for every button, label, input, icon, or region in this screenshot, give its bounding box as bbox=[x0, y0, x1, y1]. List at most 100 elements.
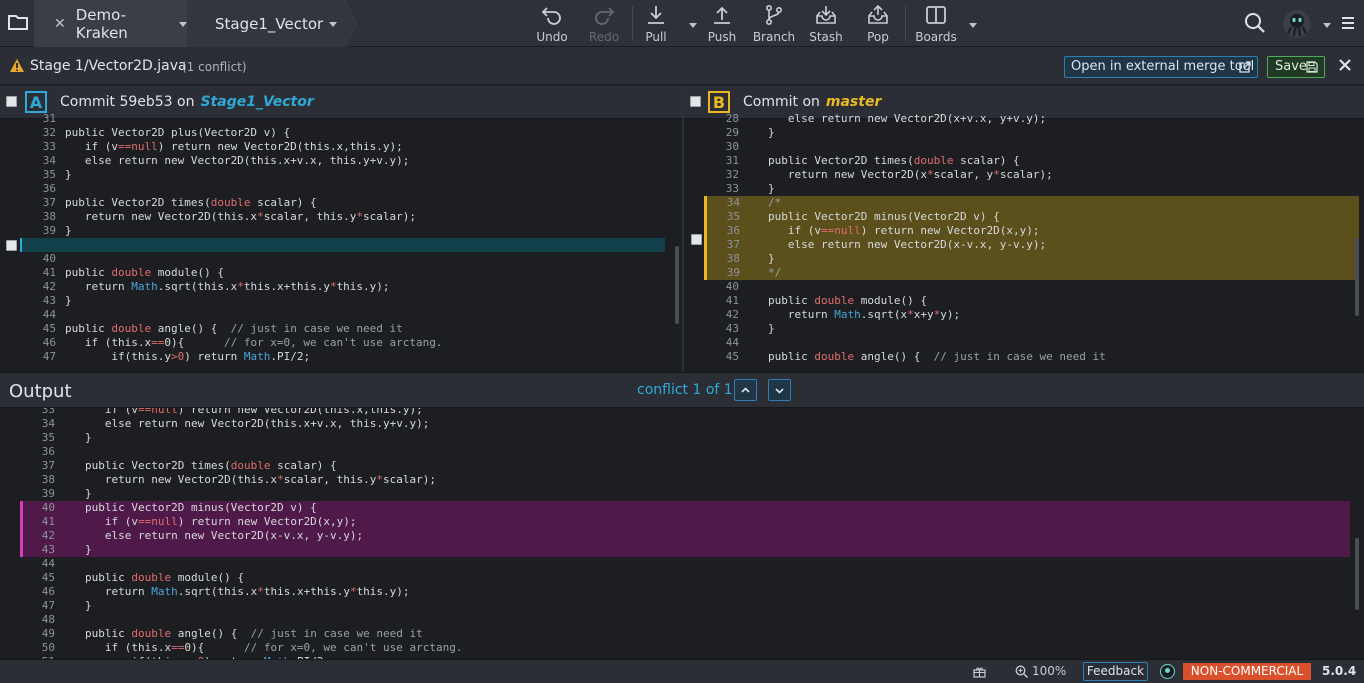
code-line[interactable]: 36 bbox=[0, 182, 682, 196]
select-all-b-checkbox[interactable] bbox=[690, 96, 701, 107]
undo-button[interactable]: Undo bbox=[527, 2, 577, 44]
boards-dropdown-icon[interactable] bbox=[969, 23, 977, 28]
code-line[interactable]: 37 public Vector2D times(double scalar) { bbox=[0, 196, 682, 210]
stash-icon bbox=[816, 6, 836, 24]
conflict-line[interactable]: 39 */ bbox=[704, 266, 1359, 280]
code-line[interactable]: 44 bbox=[684, 336, 1364, 350]
conflict-line[interactable] bbox=[20, 238, 665, 252]
pane-b-code[interactable]: 28 else return new Vector2D(x+v.x, y+v.y… bbox=[684, 112, 1364, 365]
zoom-icon[interactable] bbox=[1015, 665, 1028, 678]
code-line[interactable]: 28 else return new Vector2D(x+v.x, y+v.y… bbox=[684, 112, 1364, 126]
toolbar-divider bbox=[905, 6, 906, 41]
save-button[interactable]: Save bbox=[1267, 56, 1325, 78]
hunk-b-checkbox[interactable] bbox=[691, 234, 702, 245]
code-line[interactable]: 29} bbox=[684, 126, 1364, 140]
code-line[interactable]: 35} bbox=[0, 168, 682, 182]
conflict-line[interactable]: 40 public Vector2D minus(Vector2D v) { bbox=[20, 501, 1350, 515]
search-icon[interactable] bbox=[1244, 12, 1266, 34]
output-scrollbar[interactable] bbox=[1355, 538, 1359, 610]
select-all-a-checkbox[interactable] bbox=[6, 96, 17, 107]
code-line[interactable]: 32 return new Vector2D(x*scalar, y*scala… bbox=[684, 168, 1364, 182]
pane-a-scrollbar[interactable] bbox=[675, 246, 679, 324]
code-line[interactable]: 49 public double angle() { // just in cas… bbox=[0, 627, 1364, 641]
line-number: 32 bbox=[725, 168, 739, 181]
push-button[interactable]: Push bbox=[697, 2, 747, 44]
output-code[interactable]: 33 if (v==null) return new Vector2D(this… bbox=[0, 408, 1364, 659]
boards-button[interactable]: Boards bbox=[911, 2, 961, 44]
next-conflict-button[interactable] bbox=[768, 379, 791, 401]
pane-b-scrollbar[interactable] bbox=[1355, 238, 1359, 316]
conflict-line[interactable]: 41 if (v==null) return new Vector2D(x,y)… bbox=[20, 515, 1350, 529]
previous-conflict-button[interactable] bbox=[734, 379, 757, 401]
code-line[interactable]: 46 if (this.x==0){ // for x=0, we can't … bbox=[0, 336, 682, 350]
code-line[interactable]: 42 return Math.sqrt(this.x*this.x+this.y… bbox=[0, 280, 682, 294]
zoom-level[interactable]: 100% bbox=[1032, 664, 1066, 678]
code-line[interactable]: 41 public double module() { bbox=[0, 266, 682, 280]
folder-icon[interactable] bbox=[7, 12, 29, 32]
code-line[interactable]: 50 if (this.x==0){ // for x=0, we can't … bbox=[0, 641, 1364, 655]
license-badge[interactable]: NON-COMMERCIAL bbox=[1183, 663, 1311, 680]
code-line[interactable]: 30 bbox=[684, 140, 1364, 154]
branch-tab[interactable]: Stage1_Vector bbox=[187, 0, 347, 47]
conflict-line[interactable]: 38} bbox=[704, 252, 1359, 266]
code-line[interactable]: 40 bbox=[0, 252, 682, 266]
output-lines[interactable]: 33 if (v==null) return new Vector2D(this… bbox=[0, 408, 1364, 659]
code-line[interactable]: 38 return new Vector2D(this.x*scalar, th… bbox=[0, 210, 682, 224]
close-repo-icon[interactable]: ✕ bbox=[54, 16, 66, 32]
code-line[interactable]: 45 public double angle() { // just in cas… bbox=[684, 350, 1364, 364]
feedback-button[interactable]: Feedback bbox=[1083, 662, 1148, 681]
line-number: 44 bbox=[41, 557, 55, 570]
code-line[interactable]: 48 else return -Math.PI/2; bbox=[0, 364, 682, 365]
code-line[interactable]: 48 bbox=[0, 613, 1364, 627]
code-line[interactable]: 33 if (v==null) return new Vector2D(this… bbox=[0, 408, 1364, 417]
code-line[interactable]: 34 else return new Vector2D(this.x+v.x, … bbox=[0, 154, 682, 168]
conflict-line[interactable]: 34 /* bbox=[704, 196, 1359, 210]
account-dropdown-icon[interactable] bbox=[1323, 23, 1331, 28]
code-line[interactable]: 31 public Vector2D times(double scalar) { bbox=[684, 154, 1364, 168]
code-line[interactable]: 41 public double module() { bbox=[684, 294, 1364, 308]
external-merge-tool-button[interactable]: Open in external merge tool bbox=[1064, 56, 1258, 78]
chevron-down-icon bbox=[179, 22, 187, 27]
code-line[interactable]: 35} bbox=[0, 431, 1364, 445]
gift-icon[interactable] bbox=[973, 666, 986, 678]
hunk-a-checkbox[interactable] bbox=[6, 240, 17, 251]
code-line[interactable]: 33} bbox=[684, 182, 1364, 196]
conflict-line[interactable]: 43} bbox=[20, 543, 1350, 557]
code-line[interactable]: 43} bbox=[684, 322, 1364, 336]
pop-button[interactable]: Pop bbox=[853, 2, 903, 44]
avatar[interactable] bbox=[1283, 10, 1311, 38]
code-line[interactable]: 44 bbox=[0, 557, 1364, 571]
code-line[interactable]: 47} bbox=[0, 599, 1364, 613]
code-line[interactable]: 45 public double module() { bbox=[0, 571, 1364, 585]
code-line[interactable]: 34 else return new Vector2D(this.x+v.x, … bbox=[0, 417, 1364, 431]
code-line[interactable]: 32 public Vector2D plus(Vector2D v) { bbox=[0, 126, 682, 140]
code-line[interactable]: 39} bbox=[0, 224, 682, 238]
pull-dropdown-icon[interactable] bbox=[689, 23, 697, 28]
code-line[interactable]: 37 public Vector2D times(double scalar) { bbox=[0, 459, 1364, 473]
conflict-line[interactable]: 42 else return new Vector2D(x-v.x, y-v.y… bbox=[20, 529, 1350, 543]
pull-button[interactable]: Pull bbox=[631, 2, 681, 44]
code-line[interactable]: 46 if (x==0){ // for x=0, we can't use a… bbox=[684, 364, 1364, 365]
close-icon[interactable] bbox=[1338, 58, 1352, 72]
code-line[interactable]: 43} bbox=[0, 294, 682, 308]
code-line[interactable]: 40 bbox=[684, 280, 1364, 294]
redo-button[interactable]: Redo bbox=[579, 2, 629, 44]
conflict-line[interactable]: 37 else return new Vector2D(x-v.x, y-v.y… bbox=[704, 238, 1359, 252]
code-line[interactable]: 47 if(this.y>0) return Math.PI/2; bbox=[0, 350, 682, 364]
code-line[interactable]: 42 return Math.sqrt(x*x+y*y); bbox=[684, 308, 1364, 322]
branch-button[interactable]: Branch bbox=[749, 2, 799, 44]
stash-button[interactable]: Stash bbox=[801, 2, 851, 44]
repo-tab[interactable]: ✕ Demo-Kraken bbox=[34, 0, 187, 47]
code-line[interactable]: 31 bbox=[0, 112, 682, 126]
code-line[interactable]: 44 bbox=[0, 308, 682, 322]
conflict-line[interactable]: 36 if (v==null) return new Vector2D(x,y)… bbox=[704, 224, 1359, 238]
code-line[interactable]: 46 return Math.sqrt(this.x*this.x+this.y… bbox=[0, 585, 1364, 599]
menu-icon[interactable] bbox=[1341, 16, 1355, 30]
code-line[interactable]: 45 public double angle() { // just in cas… bbox=[0, 322, 682, 336]
pane-a-code[interactable]: 31 32 public Vector2D plus(Vector2D v) {33… bbox=[0, 112, 682, 365]
code-line[interactable]: 33 if (v==null) return new Vector2D(this… bbox=[0, 140, 682, 154]
code-line[interactable]: 39} bbox=[0, 487, 1364, 501]
code-line[interactable]: 36 bbox=[0, 445, 1364, 459]
code-line[interactable]: 38 return new Vector2D(this.x*scalar, th… bbox=[0, 473, 1364, 487]
conflict-line[interactable]: 35 public Vector2D minus(Vector2D v) { bbox=[704, 210, 1359, 224]
